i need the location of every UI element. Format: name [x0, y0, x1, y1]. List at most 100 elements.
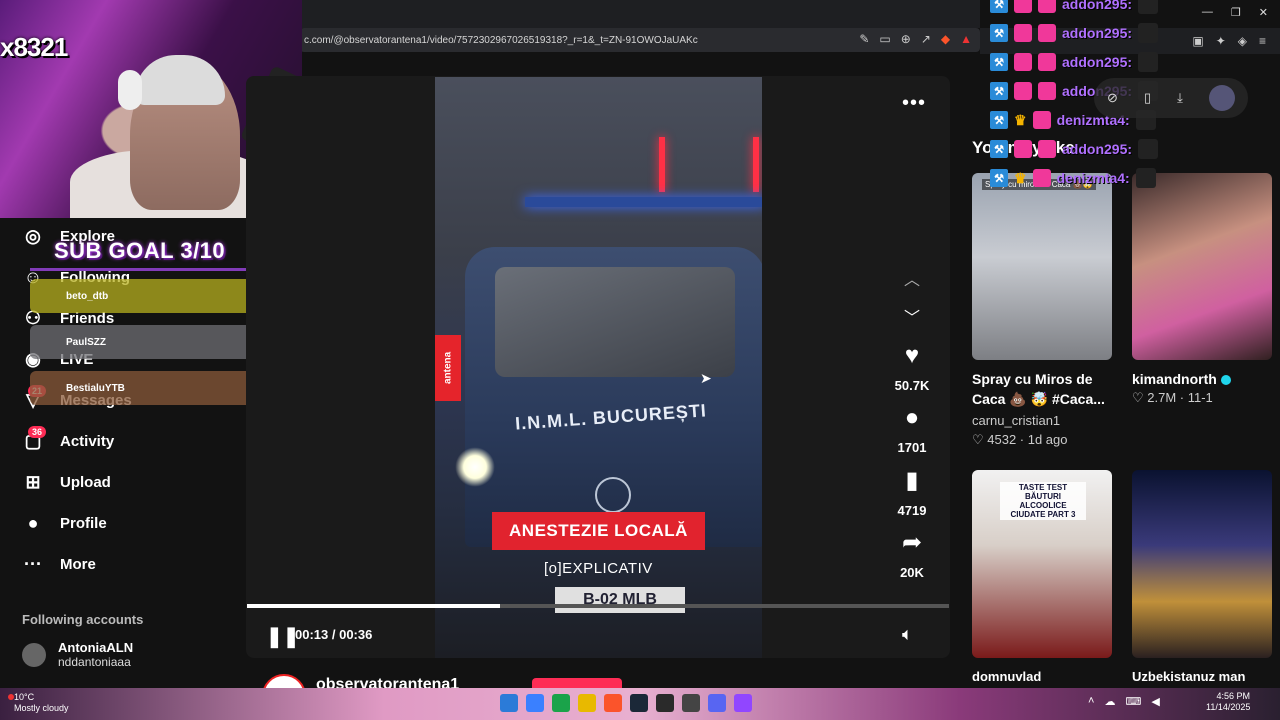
app-icon[interactable]: [552, 694, 570, 712]
video-brand: [o]EXPLICATIV: [544, 560, 653, 577]
taskbar-clock[interactable]: 4:56 PM 11/14/2025: [1206, 691, 1250, 713]
share-button[interactable]: ➦ 20K: [890, 528, 934, 580]
steam-icon[interactable]: [630, 694, 648, 712]
save-button[interactable]: ▮ 4719: [890, 466, 934, 518]
chat-message: ⚒ addon295:: [990, 139, 1159, 159]
emote-icon: [1138, 139, 1159, 159]
obs-icon[interactable]: [734, 694, 752, 712]
channel-side-tag: antena: [435, 335, 461, 401]
app-icon[interactable]: [682, 694, 700, 712]
close-button[interactable]: ✕: [1259, 6, 1268, 19]
activity-badge: 36: [28, 426, 47, 438]
account-name: AntoniaALN: [58, 640, 134, 655]
chat-username: addon295:: [1062, 25, 1133, 41]
badge-icon: [1014, 0, 1032, 13]
comment-button[interactable]: ● 1701: [890, 404, 934, 455]
address-bar[interactable]: c.com/@observatorantena1/video/757230296…: [300, 28, 980, 52]
search-icon[interactable]: [526, 694, 544, 712]
recommendation-title[interactable]: Uzbekistanuz man: [1132, 667, 1245, 687]
chevron-down-icon[interactable]: ﹀: [904, 304, 920, 328]
license-plate: B-02 MLB: [555, 587, 685, 613]
like-count: 50.7K: [894, 378, 930, 393]
badge-icon: [1038, 53, 1056, 71]
windows-start-icon[interactable]: [500, 694, 518, 712]
comment-count: 1701: [897, 440, 927, 455]
menu-icon[interactable]: ≡: [1259, 34, 1266, 48]
badge-icon: [1014, 140, 1032, 158]
recommendation-thumbnail[interactable]: Spray cu miros de Caca 💩🤯: [972, 173, 1112, 360]
minimize-button[interactable]: —: [1202, 6, 1213, 19]
recommendation-title[interactable]: domnuvlad: [972, 667, 1041, 687]
badge-icon: [1032, 111, 1051, 129]
share-icon[interactable]: ↗: [921, 32, 931, 46]
emote-icon: [1135, 168, 1156, 188]
account-username: nddantoniaaa: [58, 655, 131, 669]
coin-icon[interactable]: ⊘: [1107, 90, 1118, 106]
address-bar-url[interactable]: c.com/@observatorantena1/video/757230296…: [300, 35, 698, 46]
chat-username: denizmta4:: [1056, 170, 1130, 186]
recommendation-author[interactable]: carnu_cristian1: [972, 413, 1060, 428]
more-options-icon[interactable]: •••: [902, 92, 926, 115]
badge-icon: [1014, 53, 1032, 71]
badge-icon: [1032, 169, 1051, 187]
emote-icon: [1138, 0, 1159, 14]
share-count: 20K: [900, 565, 924, 580]
device-icon[interactable]: ▯: [1144, 90, 1151, 106]
sidebar-item-upload[interactable]: ⊞ Upload: [22, 471, 110, 493]
speaker-icon[interactable]: ◀: [1151, 695, 1159, 708]
video-timecode: 00:13 / 00:36: [295, 627, 373, 642]
sidebar-item-label: Profile: [60, 514, 107, 532]
extensions-icon[interactable]: ✦: [1216, 34, 1226, 48]
download-icon[interactable]: ⤓: [1177, 90, 1183, 106]
xbox-icon[interactable]: [656, 694, 674, 712]
recommendation-title[interactable]: kimandnorth: [1132, 369, 1231, 389]
sidebar-item-more[interactable]: ··· More: [22, 553, 96, 575]
badge-icon: ⚒: [990, 140, 1008, 158]
recommendation-thumbnail[interactable]: [1132, 470, 1272, 658]
chat-username: addon295:: [1062, 0, 1133, 12]
compass-icon: ◎: [25, 225, 41, 246]
network-icon[interactable]: ⌨: [1125, 695, 1141, 708]
recommendation-title[interactable]: Spray cu Miros de Caca 💩 🤯 #Caca...: [972, 369, 1118, 409]
folder-icon[interactable]: [578, 694, 596, 712]
badge-icon: [1014, 24, 1032, 42]
comment-icon: ●: [904, 404, 920, 431]
vpn-icon[interactable]: ◈: [1238, 34, 1247, 48]
brave-icon[interactable]: [604, 694, 622, 712]
chevron-up-icon[interactable]: ︿: [904, 266, 920, 290]
window-controls: — ❐ ✕: [1202, 6, 1268, 19]
sidebar-item-profile[interactable]: ● Profile: [22, 512, 107, 534]
recommendation-thumbnail[interactable]: [1132, 173, 1272, 360]
chat-message: ⚒ addon295:: [990, 23, 1159, 43]
profile-icon: ●: [27, 512, 39, 533]
floating-controls: ⊘ ▯ ⤓: [1094, 78, 1248, 118]
donor-row: PaulSZZ 1: [30, 325, 274, 359]
chevron-up-icon[interactable]: ˄: [1088, 695, 1094, 708]
avatar: [22, 642, 46, 667]
badge-icon: ⚒: [990, 53, 1008, 71]
video-progress-bar[interactable]: [247, 604, 949, 608]
discord-icon[interactable]: [708, 694, 726, 712]
upload-icon: ⊞: [25, 471, 41, 492]
badge-icon: ⚒: [990, 82, 1008, 100]
recommendation-meta: ♡ 2.7M · 11-1: [1132, 390, 1213, 405]
following-account[interactable]: AntoniaALN nddantoniaaa: [22, 640, 133, 669]
save-count: 4719: [897, 503, 927, 518]
chat-message: ⚒ addon295:: [990, 0, 1159, 14]
user-avatar[interactable]: [1208, 85, 1235, 111]
cloud-icon[interactable]: ☁: [1104, 695, 1115, 708]
badge-icon: [1014, 82, 1032, 100]
wallet-icon[interactable]: ▣: [1192, 34, 1203, 48]
brave-shield-icon[interactable]: ◆: [941, 32, 950, 46]
maximize-button[interactable]: ❐: [1231, 6, 1241, 19]
recommendation-thumbnail[interactable]: TASTE TEST BĂUTURI ALCOOLICE CIUDATE PAR…: [972, 470, 1112, 658]
zoom-icon[interactable]: ⊕: [901, 32, 911, 46]
taskbar-apps: [500, 694, 752, 712]
chat-username: addon295:: [1062, 141, 1133, 157]
volume-icon[interactable]: 🔈︎: [902, 624, 913, 645]
reader-icon[interactable]: ✎: [859, 32, 869, 46]
like-button[interactable]: ♥ 50.7K: [890, 342, 934, 393]
screen-icon[interactable]: ▭: [879, 32, 890, 46]
weather-widget[interactable]: 10°C Mostly cloudy: [8, 692, 69, 714]
rewards-icon[interactable]: ▲: [960, 32, 972, 46]
